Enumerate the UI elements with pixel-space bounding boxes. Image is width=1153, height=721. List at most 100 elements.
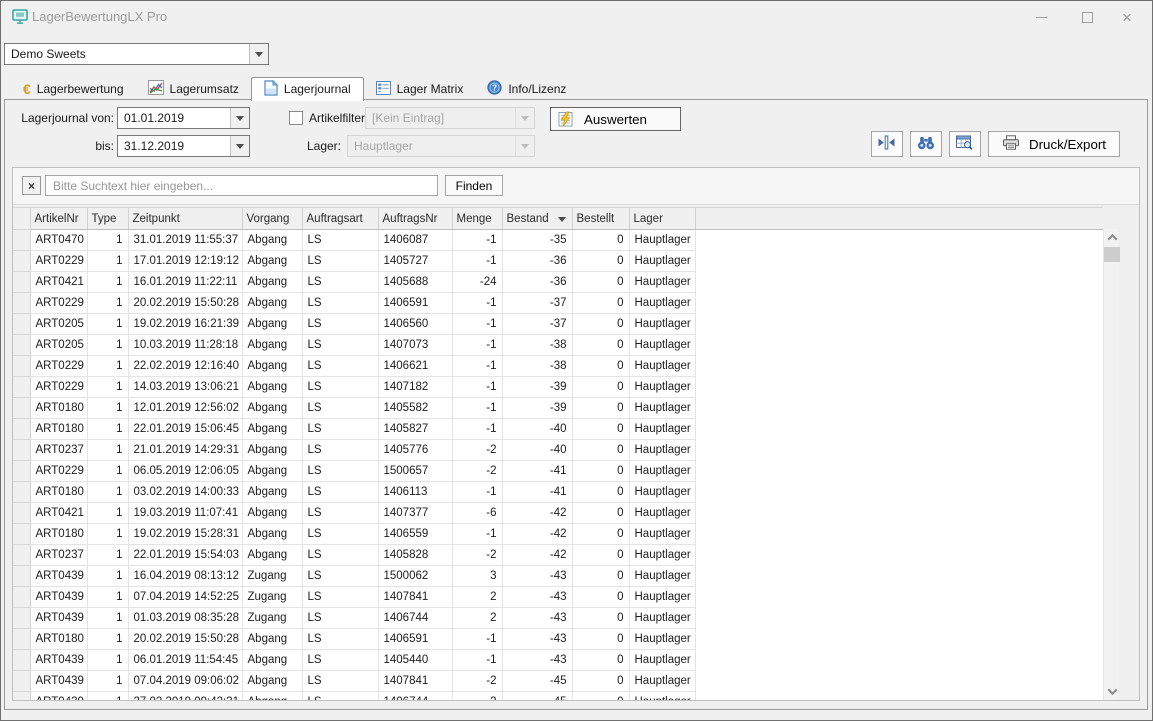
table-row[interactable]: ART0439107.04.2019 09:06:02AbgangLS14078…: [13, 671, 1103, 692]
date-to-arrow[interactable]: [230, 136, 249, 156]
lager-select[interactable]: Hauptlager: [347, 135, 535, 157]
row-selector[interactable]: [13, 293, 30, 314]
cell-bestellt: 0: [572, 230, 629, 251]
chevron-down-icon: [1107, 685, 1117, 695]
row-selector[interactable]: [13, 377, 30, 398]
cell-artikelnr: ART0180: [30, 398, 87, 419]
scroll-down-button[interactable]: [1104, 683, 1120, 700]
table-row[interactable]: ART0439107.04.2019 14:52:25ZugangLS14078…: [13, 587, 1103, 608]
maximize-button[interactable]: [1072, 5, 1102, 29]
row-selector[interactable]: [13, 272, 30, 293]
row-selector[interactable]: [13, 566, 30, 587]
row-selector[interactable]: [13, 230, 30, 251]
table-row[interactable]: ART0229114.03.2019 13:06:21AbgangLS14071…: [13, 377, 1103, 398]
table-row[interactable]: ART0439101.03.2019 08:35:28ZugangLS14067…: [13, 608, 1103, 629]
table-row[interactable]: ART0229120.02.2019 15:50:28AbgangLS14065…: [13, 293, 1103, 314]
lager-select-arrow: [515, 136, 534, 156]
column-header-auftragsart[interactable]: Auftragsart: [302, 208, 378, 230]
table-row[interactable]: ART0237122.01.2019 15:54:03AbgangLS14058…: [13, 545, 1103, 566]
table-row[interactable]: ART0237121.01.2019 14:29:31AbgangLS14057…: [13, 440, 1103, 461]
artikelfilter-select[interactable]: [Kein Eintrag]: [365, 107, 535, 129]
column-header-lager[interactable]: Lager: [629, 208, 695, 230]
close-button[interactable]: ×: [1112, 5, 1142, 29]
row-selector[interactable]: [13, 440, 30, 461]
tab-lagerjournal[interactable]: Lagerjournal: [251, 77, 364, 101]
table-row[interactable]: ART0180122.01.2019 15:06:45AbgangLS14058…: [13, 419, 1103, 440]
table-row[interactable]: ART0421119.03.2019 11:07:41AbgangLS14073…: [13, 503, 1103, 524]
artikelfilter-checkbox[interactable]: [289, 111, 303, 125]
table-row[interactable]: ART0421116.01.2019 11:22:11AbgangLS14056…: [13, 272, 1103, 293]
column-header-menge[interactable]: Menge: [452, 208, 502, 230]
tab-info-lizenz[interactable]: ? Info/Lizenz: [475, 78, 578, 100]
date-from-arrow[interactable]: [230, 108, 249, 128]
row-selector[interactable]: [13, 251, 30, 272]
best-fit-columns-button[interactable]: [871, 131, 903, 157]
cell-lager: Hauptlager: [629, 419, 695, 440]
table-row[interactable]: ART0205110.03.2019 11:28:18AbgangLS14070…: [13, 335, 1103, 356]
table-row[interactable]: ART0439127.02.2019 09:42:31AbgangLS14067…: [13, 692, 1103, 702]
row-selector[interactable]: [13, 356, 30, 377]
table-row[interactable]: ART0180103.02.2019 14:00:33AbgangLS14061…: [13, 482, 1103, 503]
row-selector-header: [13, 208, 30, 230]
clear-search-button[interactable]: ×: [22, 176, 41, 195]
column-header-artikelnr[interactable]: ArtikelNr: [30, 208, 87, 230]
auswerten-button[interactable]: Auswerten: [550, 107, 681, 131]
column-header-zeitpunkt[interactable]: Zeitpunkt: [128, 208, 242, 230]
row-selector[interactable]: [13, 524, 30, 545]
date-from-picker[interactable]: 01.01.2019: [117, 107, 250, 129]
column-header-bestand[interactable]: Bestand: [502, 208, 572, 230]
column-header-vorgang[interactable]: Vorgang: [242, 208, 302, 230]
table-row[interactable]: ART0229117.01.2019 12:19:12AbgangLS14057…: [13, 251, 1103, 272]
cell-auftragsnr: 1407182: [378, 377, 452, 398]
tab-lager-matrix[interactable]: Lager Matrix: [364, 78, 476, 100]
table-row[interactable]: ART0205119.02.2019 16:21:39AbgangLS14065…: [13, 314, 1103, 335]
scrollbar-thumb[interactable]: [1104, 247, 1120, 262]
table-row[interactable]: ART0470131.01.2019 11:55:37AbgangLS14060…: [13, 230, 1103, 251]
find-button[interactable]: [910, 131, 942, 157]
row-selector[interactable]: [13, 314, 30, 335]
table-row[interactable]: ART0439116.04.2019 08:13:12ZugangLS15000…: [13, 566, 1103, 587]
column-chooser-button[interactable]: [949, 131, 981, 157]
row-selector[interactable]: [13, 335, 30, 356]
cell-lager: Hauptlager: [629, 524, 695, 545]
row-selector[interactable]: [13, 503, 30, 524]
table-row[interactable]: ART0180112.01.2019 12:56:02AbgangLS14055…: [13, 398, 1103, 419]
row-selector[interactable]: [13, 671, 30, 692]
row-selector[interactable]: [13, 692, 30, 702]
row-selector[interactable]: [13, 608, 30, 629]
row-selector[interactable]: [13, 545, 30, 566]
row-selector[interactable]: [13, 587, 30, 608]
table-row[interactable]: ART0180120.02.2019 15:50:28AbgangLS14065…: [13, 629, 1103, 650]
table-row[interactable]: ART0180119.02.2019 15:28:31AbgangLS14065…: [13, 524, 1103, 545]
row-selector[interactable]: [13, 650, 30, 671]
finden-button[interactable]: Finden: [445, 175, 503, 196]
row-selector[interactable]: [13, 482, 30, 503]
minimize-button[interactable]: [1026, 5, 1056, 29]
row-selector[interactable]: [13, 461, 30, 482]
tab-lagerumsatz[interactable]: Lagerumsatz: [136, 78, 251, 100]
column-header-auftragsnr[interactable]: AuftragsNr: [378, 208, 452, 230]
company-select-arrow[interactable]: [249, 44, 268, 64]
vertical-scrollbar[interactable]: [1103, 229, 1119, 700]
row-selector[interactable]: [13, 398, 30, 419]
table-row[interactable]: ART0229122.02.2019 12:16:40AbgangLS14066…: [13, 356, 1103, 377]
column-header-bestellt[interactable]: Bestellt: [572, 208, 629, 230]
tab-lagerbewertung[interactable]: € Lagerbewertung: [11, 78, 136, 100]
scroll-up-button[interactable]: [1104, 229, 1120, 246]
row-selector[interactable]: [13, 629, 30, 650]
search-input[interactable]: [45, 175, 438, 196]
cell-vorgang: Zugang: [242, 608, 302, 629]
table-row[interactable]: ART0439106.01.2019 11:54:45AbgangLS14054…: [13, 650, 1103, 671]
cell-lager: Hauptlager: [629, 335, 695, 356]
column-header-type[interactable]: Type: [87, 208, 128, 230]
cell-type: 1: [87, 503, 128, 524]
druck-export-button[interactable]: Druck/Export: [988, 131, 1120, 157]
cell-lager: Hauptlager: [629, 587, 695, 608]
table-row[interactable]: ART0229106.05.2019 12:06:05AbgangLS15006…: [13, 461, 1103, 482]
company-select[interactable]: Demo Sweets: [4, 43, 269, 65]
cell-filler: [695, 503, 1103, 524]
cell-auftragsnr: 1406591: [378, 293, 452, 314]
date-to-picker[interactable]: 31.12.2019: [117, 135, 250, 157]
row-selector[interactable]: [13, 419, 30, 440]
tab-content-panel: Lagerjournal von: 01.01.2019 Artikelfilt…: [4, 99, 1148, 710]
